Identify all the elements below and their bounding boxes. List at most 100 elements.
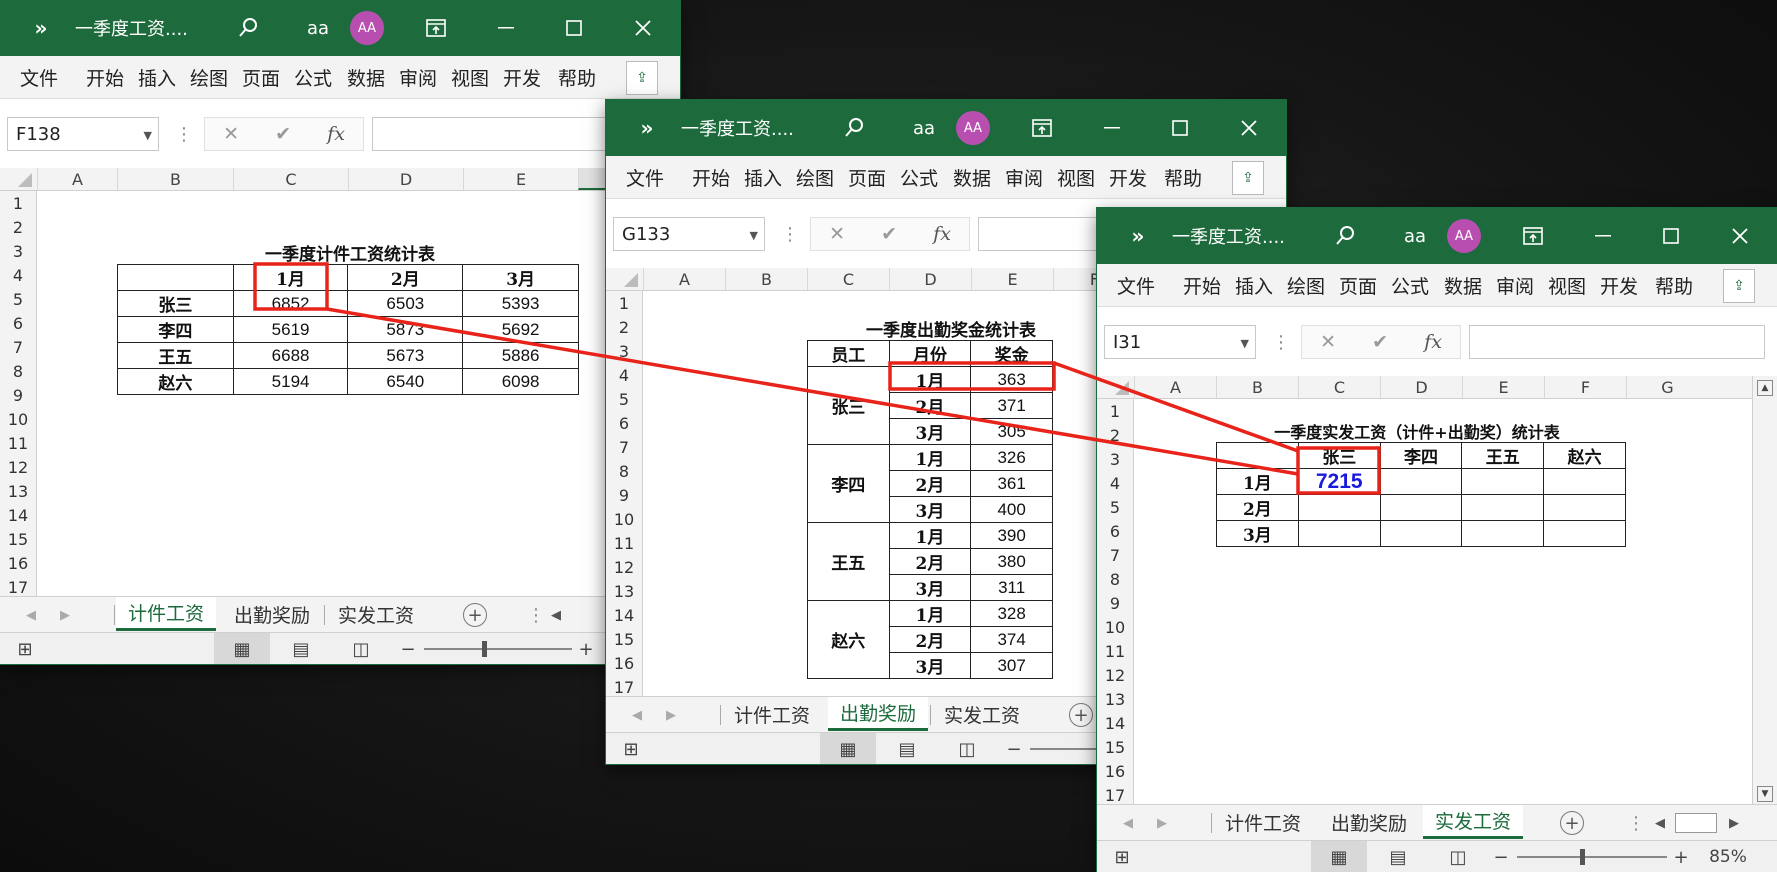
column-header[interactable]: A: [37, 168, 117, 190]
accessibility-icon[interactable]: ⊞: [10, 633, 40, 664]
column-header[interactable]: C: [1298, 376, 1380, 398]
tab-piecework[interactable]: 计件工资: [1213, 805, 1313, 839]
column-header[interactable]: D: [889, 268, 971, 290]
row-header[interactable]: 7: [1097, 543, 1133, 567]
menu-help[interactable]: 帮助: [558, 56, 596, 98]
column-header[interactable]: D: [1380, 376, 1462, 398]
table-cell[interactable]: [1216, 442, 1299, 469]
hscroll-right-icon[interactable]: ▶: [1729, 805, 1739, 841]
row-header[interactable]: 14: [1097, 711, 1133, 735]
bonus-cell[interactable]: 305: [970, 418, 1053, 445]
expand-icon[interactable]: »: [1119, 208, 1157, 264]
ribbon-display-icon[interactable]: [1022, 100, 1062, 156]
column-header[interactable]: G: [1626, 376, 1708, 398]
result-cell[interactable]: 7215: [1297, 468, 1381, 495]
bonus-cell[interactable]: 371: [970, 392, 1053, 419]
maximize-button[interactable]: [1156, 100, 1204, 156]
bonus-cell[interactable]: 361: [970, 470, 1053, 497]
column-header[interactable]: E: [1462, 376, 1544, 398]
row-header[interactable]: 5: [0, 287, 36, 311]
avatar[interactable]: AA: [1447, 219, 1481, 253]
table-cell[interactable]: [1297, 520, 1381, 547]
column-header[interactable]: C: [233, 168, 348, 190]
bonus-cell[interactable]: 363: [970, 366, 1053, 393]
menu-formulas[interactable]: 公式: [900, 156, 938, 198]
column-header[interactable]: A: [1134, 376, 1216, 398]
menu-review[interactable]: 审阅: [399, 56, 437, 98]
zoom-slider-handle[interactable]: [482, 641, 487, 657]
worksheet-grid[interactable]: A B C D E 1 2 3 4 5 6 7 8 9 10 11 12 13 …: [0, 168, 680, 598]
column-header[interactable]: C: [807, 268, 889, 290]
table-header-cell[interactable]: 赵六: [1543, 442, 1626, 469]
scroll-right-icon[interactable]: ▶: [60, 597, 70, 633]
row-header[interactable]: 12: [1097, 663, 1133, 687]
row-header[interactable]: 2: [606, 315, 642, 339]
scroll-right-icon[interactable]: ▶: [666, 697, 676, 733]
row-header[interactable]: 3: [0, 239, 36, 263]
normal-view-icon[interactable]: ▦: [820, 733, 876, 764]
menu-file[interactable]: 文件: [626, 156, 664, 198]
ribbon-display-icon[interactable]: [1513, 208, 1553, 264]
scroll-left-icon[interactable]: ◀: [26, 597, 36, 633]
menu-page-layout[interactable]: 页面: [242, 56, 280, 98]
menu-insert[interactable]: 插入: [138, 56, 176, 98]
table-header-cell[interactable]: 1月: [232, 264, 349, 291]
employee-name-cell[interactable]: 王五: [117, 342, 234, 369]
row-header[interactable]: 15: [0, 527, 36, 551]
horizontal-scrollbar[interactable]: [1675, 813, 1717, 833]
zoom-out-icon[interactable]: −: [1004, 733, 1024, 764]
column-header[interactable]: E: [463, 168, 578, 190]
page-layout-view-icon[interactable]: ▤: [276, 633, 326, 664]
insert-function-icon[interactable]: fx: [1424, 331, 1442, 353]
chevron-down-icon[interactable]: ▼: [1241, 326, 1249, 360]
table-cell[interactable]: 5393: [462, 290, 579, 317]
share-icon[interactable]: ⇪: [626, 61, 658, 95]
row-header[interactable]: 14: [0, 503, 36, 527]
bonus-cell[interactable]: 374: [970, 626, 1053, 653]
enter-icon[interactable]: ✔: [1372, 331, 1388, 353]
column-header[interactable]: B: [117, 168, 233, 190]
avatar[interactable]: AA: [956, 111, 990, 145]
row-header[interactable]: 3: [1097, 447, 1133, 471]
column-header[interactable]: F: [1544, 376, 1626, 398]
employee-name-cell[interactable]: 张三: [807, 366, 890, 445]
zoom-slider[interactable]: [1517, 856, 1667, 858]
row-header[interactable]: 15: [606, 627, 642, 651]
chevron-down-icon[interactable]: ▼: [750, 218, 758, 252]
menu-help[interactable]: 帮助: [1164, 156, 1202, 198]
employee-name-cell[interactable]: 张三: [117, 290, 234, 317]
menu-home[interactable]: 开始: [692, 156, 730, 198]
menu-developer[interactable]: 开发: [1600, 264, 1638, 306]
menu-insert[interactable]: 插入: [1235, 264, 1273, 306]
menu-formulas[interactable]: 公式: [1391, 264, 1429, 306]
row-header[interactable]: 7: [0, 335, 36, 359]
more-icon[interactable]: ⋮: [527, 597, 545, 633]
row-header[interactable]: 13: [1097, 687, 1133, 711]
menu-draw[interactable]: 绘图: [190, 56, 228, 98]
table-cell[interactable]: 6098: [462, 368, 579, 395]
close-button[interactable]: [619, 0, 667, 56]
row-header[interactable]: 13: [0, 479, 36, 503]
row-header[interactable]: 8: [1097, 567, 1133, 591]
table-cell[interactable]: [1379, 494, 1463, 521]
menu-view[interactable]: 视图: [451, 56, 489, 98]
menu-review[interactable]: 审阅: [1496, 264, 1534, 306]
search-icon[interactable]: [834, 100, 874, 156]
maximize-button[interactable]: [1647, 208, 1695, 264]
tab-net-pay[interactable]: 实发工资: [932, 697, 1032, 731]
employee-name-cell[interactable]: 赵六: [807, 600, 890, 679]
search-icon[interactable]: [1325, 208, 1365, 264]
tab-net-pay[interactable]: 实发工资: [326, 597, 426, 631]
menu-draw[interactable]: 绘图: [1287, 264, 1325, 306]
ribbon-display-icon[interactable]: [416, 0, 456, 56]
row-header[interactable]: 16: [606, 651, 642, 675]
column-header[interactable]: A: [643, 268, 725, 290]
table-cell[interactable]: [1379, 468, 1463, 495]
bonus-cell[interactable]: 311: [970, 574, 1053, 601]
normal-view-icon[interactable]: ▦: [1311, 841, 1367, 872]
row-header[interactable]: 8: [0, 359, 36, 383]
table-cell[interactable]: 5873: [347, 316, 464, 343]
table-cell[interactable]: [1297, 494, 1381, 521]
menu-home[interactable]: 开始: [1183, 264, 1221, 306]
employee-name-cell[interactable]: 李四: [807, 444, 890, 523]
